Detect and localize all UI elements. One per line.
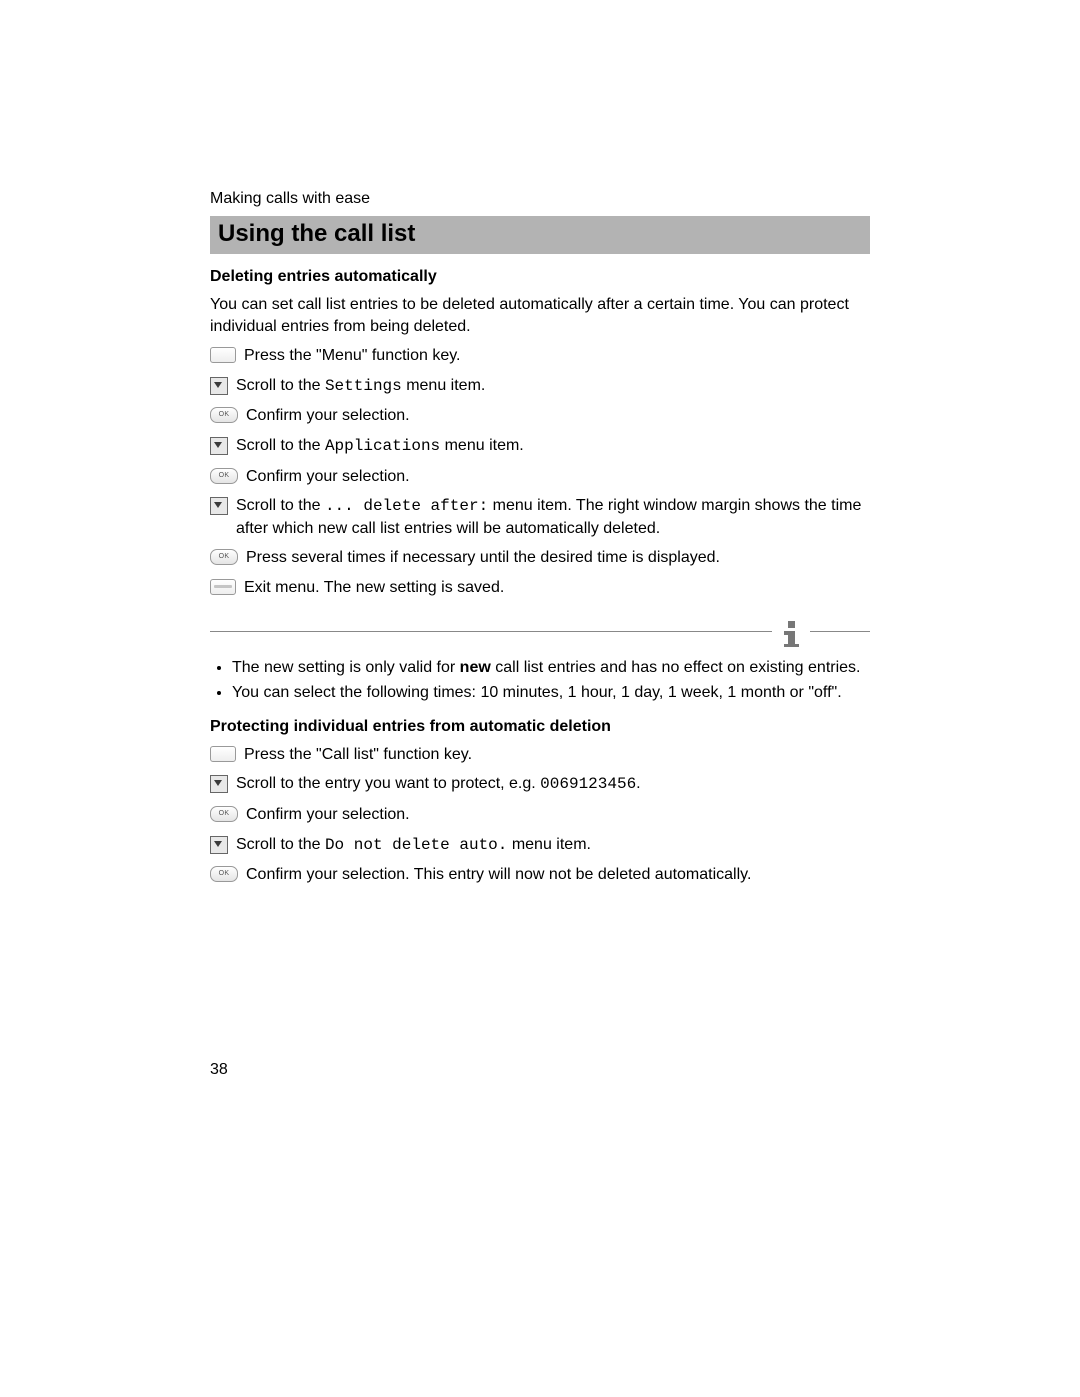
scroll-down-icon xyxy=(210,377,228,395)
code-applications: Applications xyxy=(325,437,440,455)
step-confirm-2: OK Confirm your selection. xyxy=(210,466,870,488)
step-text: Scroll to the ... delete after: menu ite… xyxy=(236,495,870,539)
note-item: The new setting is only valid for new ca… xyxy=(232,657,870,679)
code-number-example: 0069123456 xyxy=(540,775,636,793)
section-title: Using the call list xyxy=(210,216,870,254)
ok-key-icon: OK xyxy=(210,549,238,565)
step-text: Scroll to the Do not delete auto. menu i… xyxy=(236,834,870,857)
step-text: Confirm your selection. xyxy=(246,804,870,826)
text-pre: The new setting is only valid for xyxy=(232,659,460,676)
step-scroll-settings: Scroll to the Settings menu item. xyxy=(210,375,870,398)
separator-line xyxy=(810,631,870,632)
text-pre: Scroll to the xyxy=(236,437,325,454)
step-press-repeat: OK Press several times if necessary unti… xyxy=(210,547,870,569)
ok-key-icon: OK xyxy=(210,806,238,822)
text-pre: Scroll to the xyxy=(236,836,325,853)
scroll-down-icon xyxy=(210,497,228,515)
step-scroll-do-not-delete: Scroll to the Do not delete auto. menu i… xyxy=(210,834,870,857)
step-confirm-4: OK Confirm your selection. This entry wi… xyxy=(210,864,870,886)
text-pre: Scroll to the xyxy=(236,377,325,394)
step-press-menu: Press the "Menu" function key. xyxy=(210,345,870,367)
text-pre: Scroll to the xyxy=(236,497,325,514)
step-text: Confirm your selection. This entry will … xyxy=(246,864,870,886)
step-text: Confirm your selection. xyxy=(246,466,870,488)
function-key-icon xyxy=(210,347,236,363)
intro-paragraph: You can set call list entries to be dele… xyxy=(210,294,870,337)
manual-page: Making calls with ease Using the call li… xyxy=(0,0,1080,1397)
step-text: Confirm your selection. xyxy=(246,405,870,427)
subheading-deleting: Deleting entries automatically xyxy=(210,268,870,286)
step-text: Press the "Menu" function key. xyxy=(244,345,870,367)
step-press-call-list: Press the "Call list" function key. xyxy=(210,744,870,766)
note-item: You can select the following times: 10 m… xyxy=(232,682,870,704)
step-scroll-applications: Scroll to the Applications menu item. xyxy=(210,435,870,458)
text-post: menu item. xyxy=(440,437,524,454)
page-number: 38 xyxy=(210,1061,228,1079)
info-icon xyxy=(778,617,804,647)
text-bold-new: new xyxy=(460,659,491,676)
ok-key-icon: OK xyxy=(210,468,238,484)
step-text: Scroll to the Settings menu item. xyxy=(236,375,870,398)
code-do-not-delete: Do not delete auto. xyxy=(325,836,507,854)
code-settings: Settings xyxy=(325,377,402,395)
step-confirm-1: OK Confirm your selection. xyxy=(210,405,870,427)
text-post: . xyxy=(636,775,640,792)
scroll-down-icon xyxy=(210,775,228,793)
note-separator xyxy=(210,617,870,647)
step-confirm-3: OK Confirm your selection. xyxy=(210,804,870,826)
scroll-down-icon xyxy=(210,437,228,455)
esc-key-icon xyxy=(210,579,236,595)
step-exit-menu: Exit menu. The new setting is saved. xyxy=(210,577,870,599)
code-delete-after: ... delete after: xyxy=(325,497,488,515)
step-scroll-entry: Scroll to the entry you want to protect,… xyxy=(210,773,870,796)
step-scroll-delete-after: Scroll to the ... delete after: menu ite… xyxy=(210,495,870,539)
note-list: The new setting is only valid for new ca… xyxy=(210,657,870,704)
subheading-protecting: Protecting individual entries from autom… xyxy=(210,718,870,736)
step-text: Exit menu. The new setting is saved. xyxy=(244,577,870,599)
running-head: Making calls with ease xyxy=(210,190,870,208)
step-text: Scroll to the Applications menu item. xyxy=(236,435,870,458)
scroll-down-icon xyxy=(210,836,228,854)
ok-key-icon: OK xyxy=(210,866,238,882)
separator-line xyxy=(210,631,772,632)
text-post: menu item. xyxy=(507,836,591,853)
step-text: Scroll to the entry you want to protect,… xyxy=(236,773,870,796)
text-pre: Scroll to the entry you want to protect,… xyxy=(236,775,540,792)
text-post: call list entries and has no effect on e… xyxy=(491,659,861,676)
function-key-icon xyxy=(210,746,236,762)
step-text: Press several times if necessary until t… xyxy=(246,547,870,569)
text-post: menu item. xyxy=(402,377,486,394)
ok-key-icon: OK xyxy=(210,407,238,423)
step-text: Press the "Call list" function key. xyxy=(244,744,870,766)
